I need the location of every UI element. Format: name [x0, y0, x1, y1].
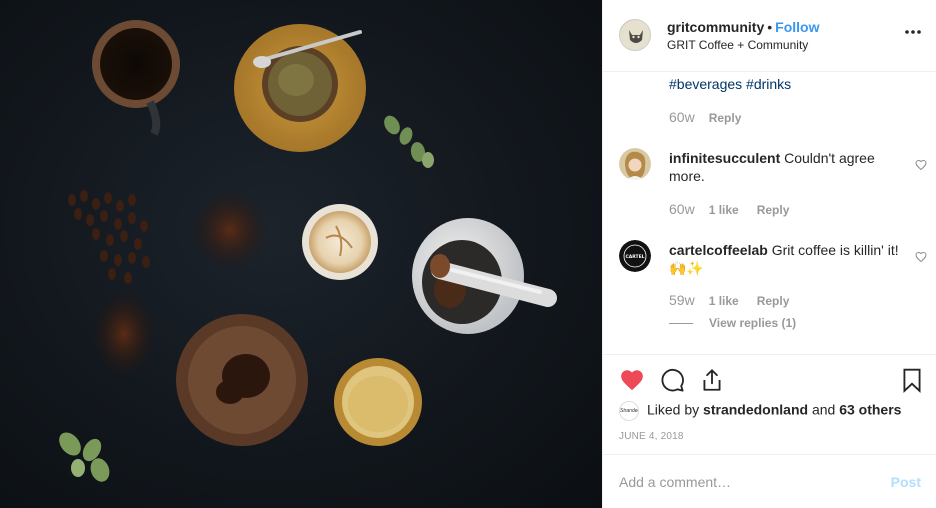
bookmark-icon[interactable] [899, 367, 925, 393]
comment-meta: 60w Reply [669, 109, 741, 125]
comment-text: cartelcoffeelab Grit coffee is killin' i… [669, 241, 909, 277]
heart-filled-icon[interactable] [619, 367, 645, 393]
liker-username[interactable]: strandedonland [703, 402, 808, 418]
hashtag-link[interactable]: #beverages #drinks [669, 76, 791, 92]
comment-text: #beverages #drinks [669, 75, 909, 93]
comment-likes[interactable]: 1 like [709, 203, 739, 217]
comment-username[interactable]: cartelcoffeelab [669, 242, 768, 258]
comment-meta: 60w 1 like Reply [669, 201, 789, 217]
comment-likes[interactable]: 1 like [709, 294, 739, 308]
heart-outline-icon[interactable] [915, 159, 927, 171]
coffee-flatlay-image [59, 20, 557, 482]
post-date[interactable]: JUNE 4, 2018 [619, 431, 684, 442]
header-username[interactable]: gritcommunity [667, 19, 764, 35]
follow-button[interactable]: Follow [775, 19, 819, 35]
comment-meta: 59w 1 like Reply [669, 292, 789, 308]
coffee-beans [68, 190, 150, 284]
cat-logo-icon [620, 20, 650, 50]
header-separator: • [767, 19, 773, 35]
likes-middle: and [808, 401, 840, 418]
user-photo-icon [619, 148, 651, 180]
reply-button[interactable]: Reply [709, 111, 742, 125]
post-actions: Stranded Liked by strandedonland and 63 o… [603, 354, 936, 454]
succulent-sprig-bottom [59, 432, 110, 482]
post-header: gritcommunity • Follow GRIT Coffee + Commu… [603, 0, 936, 72]
likes-others-link[interactable]: 63 others [839, 402, 901, 418]
cartel-logo-icon: CARTEL [619, 240, 651, 272]
comment-avatar[interactable] [619, 148, 651, 180]
replies-divider [669, 323, 693, 325]
comment-age[interactable]: 60w [669, 201, 695, 217]
likes-prefix: Liked by [647, 401, 704, 418]
comment-age[interactable]: 60w [669, 109, 695, 125]
comment-age[interactable]: 59w [669, 292, 695, 308]
more-icon [905, 30, 921, 34]
add-comment-bar: Post [603, 454, 936, 508]
view-replies-label: View replies (1) [709, 316, 797, 330]
comment-text: infinitesucculent Couldn't agree more. [669, 149, 909, 185]
share-icon[interactable] [699, 367, 725, 393]
reply-button[interactable]: Reply [757, 294, 790, 308]
post-comment-button[interactable]: Post [891, 474, 921, 490]
more-options-button[interactable] [903, 24, 923, 40]
mortar-and-pestle [412, 218, 557, 334]
latte-glass [302, 204, 378, 280]
comments-list[interactable]: #beverages #drinks 60w Reply infinitesucc… [603, 72, 936, 354]
avatar[interactable] [619, 19, 651, 51]
coarse-grounds-pile [92, 290, 156, 378]
clay-bowl-with-grounds [176, 314, 308, 446]
comment-input[interactable] [619, 471, 869, 493]
comment-icon[interactable] [659, 367, 685, 393]
comment-username[interactable]: infinitesucculent [669, 150, 780, 166]
header-user-line: gritcommunity • Follow [667, 19, 819, 35]
header-subtitle[interactable]: GRIT Coffee + Community [667, 38, 808, 52]
post-photo[interactable] [0, 0, 602, 508]
heart-outline-icon[interactable] [915, 251, 927, 263]
mustard-cup [334, 358, 422, 446]
liker-avatar[interactable]: Stranded [619, 401, 639, 421]
espresso-cup-on-saucer [234, 24, 366, 152]
reply-button[interactable]: Reply [757, 203, 790, 217]
fine-grounds-pile [192, 190, 268, 270]
post-side-panel: gritcommunity • Follow GRIT Coffee + Commu… [602, 0, 936, 508]
black-coffee-cup [92, 20, 180, 136]
svg-text:CARTEL: CARTEL [625, 254, 644, 260]
likes-summary: Stranded Liked by strandedonland and 63 o… [619, 401, 901, 421]
comment-avatar[interactable]: CARTEL [619, 240, 651, 272]
succulent-sprig-top [384, 115, 434, 168]
view-replies-button[interactable]: View replies (1) [669, 316, 796, 330]
